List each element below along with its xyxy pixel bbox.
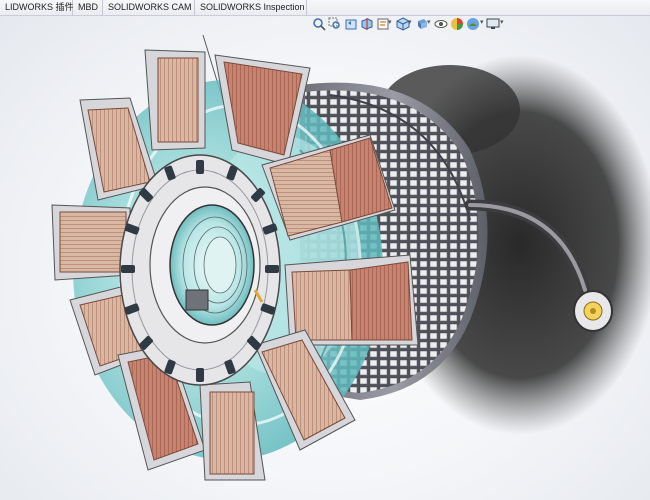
tab-solidworks-inspection[interactable]: SOLIDWORKS Inspection: [195, 0, 307, 15]
solidworks-window: LIDWORKS 插件 MBD SOLIDWORKS CAM SOLIDWORK…: [0, 0, 650, 500]
coil[interactable]: [144, 49, 206, 151]
tab-mbd[interactable]: MBD: [73, 0, 103, 15]
tab-solidworks-cam[interactable]: SOLIDWORKS CAM: [103, 0, 195, 15]
graphics-area[interactable]: [0, 35, 650, 500]
section-view-icon[interactable]: [360, 17, 374, 31]
zoom-to-fit-icon[interactable]: [312, 17, 326, 31]
apply-scene-icon[interactable]: [466, 17, 480, 31]
tab-solidworks-addins[interactable]: LIDWORKS 插件: [0, 0, 74, 15]
coil[interactable]: [51, 204, 131, 281]
zoom-to-area-icon[interactable]: [328, 17, 342, 31]
view-settings-icon[interactable]: [486, 17, 500, 31]
command-manager-tabs: LIDWORKS 插件 MBD SOLIDWORKS CAM SOLIDWORK…: [0, 0, 650, 16]
hide-show-items-icon[interactable]: [434, 17, 448, 31]
model-render: [51, 35, 650, 481]
display-style-caret-icon[interactable]: ▾: [408, 18, 412, 26]
apply-scene-caret-icon[interactable]: ▾: [480, 18, 484, 26]
edit-appearance-icon[interactable]: [450, 17, 464, 31]
hide-show-caret-icon[interactable]: ▾: [427, 18, 431, 26]
view-settings-caret-icon[interactable]: ▾: [500, 18, 504, 26]
previous-view-icon[interactable]: [344, 17, 358, 31]
heads-up-view-toolbar: ▾ ▾ ▾ ▾ ▾: [0, 15, 650, 35]
view-orientation-caret-icon[interactable]: ▾: [388, 18, 392, 26]
